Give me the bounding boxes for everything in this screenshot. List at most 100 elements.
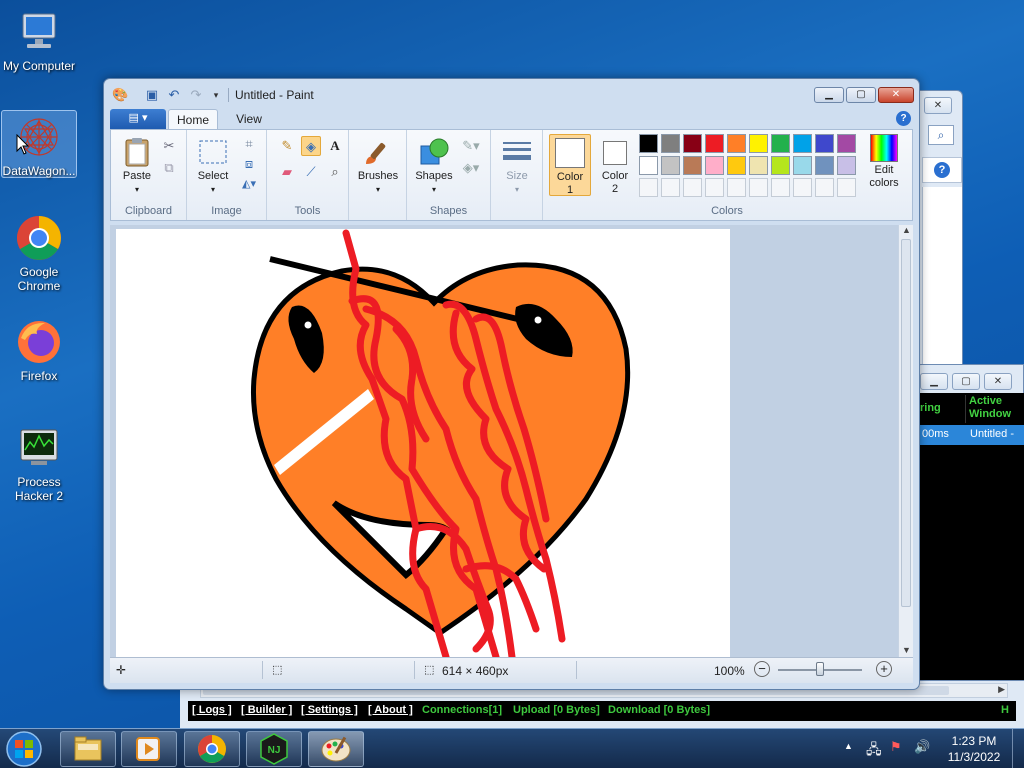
taskbar-chrome[interactable] (184, 731, 240, 767)
palette-swatch[interactable] (661, 178, 680, 197)
palette-swatch[interactable] (793, 178, 812, 197)
volume-icon[interactable]: 🔊 (914, 739, 930, 755)
maximize-button[interactable]: ▢ (952, 373, 980, 390)
palette-swatch[interactable] (683, 134, 702, 153)
palette-swatch[interactable] (683, 178, 702, 197)
close-button[interactable]: ✕ (878, 87, 914, 103)
clock[interactable]: 1:23 PM 11/3/2022 (942, 733, 1006, 765)
column-header-ping[interactable]: ring (920, 395, 966, 423)
logs-link[interactable]: [ Logs ] (192, 701, 232, 719)
paint-menu-button[interactable]: ▤ ▾ (110, 109, 166, 129)
color2-button[interactable]: Color 2 (597, 134, 633, 196)
scroll-up-arrow-icon[interactable]: ▲ (902, 225, 911, 235)
palette-swatch[interactable] (749, 156, 768, 175)
crop-icon[interactable]: ⌗ (239, 134, 259, 154)
taskbar-media-player[interactable] (121, 731, 177, 767)
color-picker-icon[interactable]: ⟋ (301, 162, 321, 182)
pencil-icon[interactable]: ✎ (277, 136, 297, 156)
palette-swatch[interactable] (837, 178, 856, 197)
minimize-button[interactable]: ▁ (814, 87, 844, 103)
zoom-in-button[interactable]: + (876, 661, 892, 677)
action-center-icon[interactable]: ⚑ (890, 739, 902, 755)
settings-link[interactable]: [ Settings ] (301, 701, 358, 719)
palette-swatch[interactable] (793, 156, 812, 175)
show-hidden-icons-icon[interactable]: ▲ (844, 741, 853, 751)
redo-icon[interactable]: ↷ (188, 87, 204, 103)
help-icon[interactable]: ? (896, 111, 911, 126)
palette-swatch[interactable] (771, 156, 790, 175)
fill-shape-icon[interactable]: ◈▾ (461, 158, 481, 178)
palette-swatch[interactable] (727, 156, 746, 175)
paint-window[interactable]: 🎨 ▣ ↶ ↷ ▾ Untitled - Paint ▁ ▢ ✕ ▤ ▾ Hom… (103, 78, 920, 690)
fill-icon[interactable]: ◈ (301, 136, 321, 156)
brushes-button[interactable]: Brushes ▾ (353, 136, 403, 196)
drawing-canvas[interactable] (116, 229, 730, 657)
zoom-slider-thumb[interactable] (816, 662, 824, 676)
title-bar[interactable]: 🎨 ▣ ↶ ↷ ▾ Untitled - Paint ▁ ▢ ✕ (104, 79, 919, 109)
palette-swatch[interactable] (815, 178, 834, 197)
desktop-icon-chrome[interactable]: Google Chrome (1, 214, 77, 293)
palette-swatch[interactable] (771, 178, 790, 197)
size-button[interactable]: Size ▾ (497, 136, 537, 196)
palette-swatch[interactable] (705, 178, 724, 197)
palette-swatch[interactable] (705, 156, 724, 175)
show-desktop-button[interactable] (1012, 729, 1024, 768)
palette-swatch[interactable] (683, 156, 702, 175)
column-header-active-window[interactable]: Active Window (969, 395, 1024, 423)
palette-swatch[interactable] (815, 156, 834, 175)
palette-swatch[interactable] (705, 134, 724, 153)
magnifier-icon[interactable]: ⌕ (325, 162, 345, 182)
palette-swatch[interactable] (837, 156, 856, 175)
rat-panel-window[interactable]: ▁ ▢ ✕ ring Active Window 00ms Untitled - (915, 364, 1024, 728)
rotate-icon[interactable]: ◭▾ (239, 174, 259, 194)
palette-swatch[interactable] (661, 156, 680, 175)
minimize-button[interactable]: ▁ (920, 373, 948, 390)
search-icon[interactable]: ⌕ (928, 125, 954, 145)
palette-swatch[interactable] (837, 134, 856, 153)
help-icon[interactable]: ? (922, 157, 962, 183)
eraser-icon[interactable]: ▰ (277, 162, 297, 182)
maximize-button[interactable]: ▢ (846, 87, 876, 103)
tab-view[interactable]: View (226, 109, 272, 130)
palette-swatch[interactable] (727, 178, 746, 197)
edit-colors-button[interactable]: Edit colors (861, 134, 907, 190)
palette-swatch[interactable] (815, 134, 834, 153)
palette-swatch[interactable] (749, 134, 768, 153)
palette-swatch[interactable] (661, 134, 680, 153)
tab-home[interactable]: Home (168, 109, 218, 130)
table-row[interactable]: 00ms Untitled - (920, 425, 1024, 445)
palette-swatch[interactable] (639, 178, 658, 197)
select-button[interactable]: Select ▾ (193, 136, 233, 196)
scroll-down-arrow-icon[interactable]: ▼ (902, 645, 911, 655)
cut-icon[interactable]: ✂ (159, 136, 179, 156)
customize-toolbar-icon[interactable]: ▾ (208, 87, 224, 103)
start-button[interactable] (4, 730, 50, 768)
vertical-scrollbar[interactable]: ▲ ▼ (898, 225, 913, 657)
taskbar-paint[interactable] (308, 731, 364, 767)
copy-icon[interactable]: ⧉ (159, 158, 179, 178)
close-button[interactable]: ✕ (924, 97, 952, 114)
outline-icon[interactable]: ✎▾ (461, 136, 481, 156)
text-icon[interactable]: A (325, 136, 345, 156)
close-button[interactable]: ✕ (984, 373, 1012, 390)
paste-button[interactable]: Paste ▾ (117, 136, 157, 196)
palette-swatch[interactable] (749, 178, 768, 197)
network-icon[interactable]: 🖧 (866, 739, 882, 763)
scroll-thumb[interactable] (901, 239, 911, 607)
desktop-icon-firefox[interactable]: Firefox (1, 318, 77, 383)
taskbar-explorer[interactable] (60, 731, 116, 767)
palette-swatch[interactable] (793, 134, 812, 153)
palette-swatch[interactable] (771, 134, 790, 153)
color1-button[interactable]: Color 1 (549, 134, 591, 196)
zoom-out-button[interactable]: − (754, 661, 770, 677)
palette-swatch[interactable] (727, 134, 746, 153)
shapes-button[interactable]: Shapes ▾ (411, 136, 457, 196)
taskbar-njrat[interactable]: NJ (246, 731, 302, 767)
palette-swatch[interactable] (639, 134, 658, 153)
scroll-right-arrow-icon[interactable]: ▶ (998, 684, 1005, 695)
desktop-icon-datawagon[interactable]: DataWagon... (1, 110, 77, 178)
desktop-icon-my-computer[interactable]: My Computer (1, 8, 77, 73)
about-link[interactable]: [ About ] (368, 701, 413, 719)
desktop-icon-process-hacker[interactable]: Process Hacker 2 (1, 424, 77, 503)
builder-link[interactable]: [ Builder ] (241, 701, 292, 719)
